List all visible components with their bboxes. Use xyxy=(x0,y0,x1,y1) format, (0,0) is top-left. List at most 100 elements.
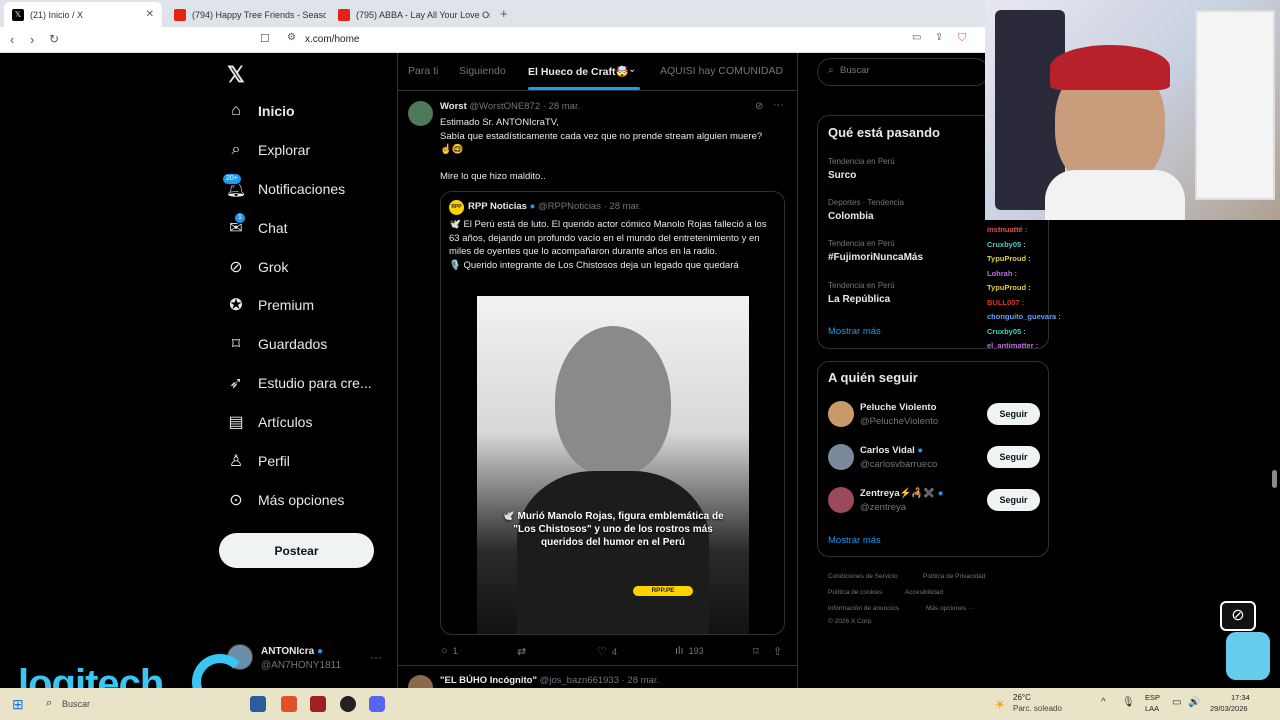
footer-link[interactable]: Información de anuncios xyxy=(828,605,899,612)
forward-icon[interactable]: › xyxy=(30,32,34,47)
site-info-icon[interactable]: ⚙ xyxy=(287,32,296,43)
x-logo-icon[interactable]: 𝕏 xyxy=(227,62,245,88)
browser-tab-youtube-1[interactable]: (794) Happy Tree Friends - Season 1 xyxy=(166,2,326,27)
image-tag: RPP.PE xyxy=(633,586,693,596)
tweet-avatar[interactable] xyxy=(408,101,433,126)
quoted-tweet[interactable]: RPP RPP Noticias ● @RPPNoticias · 28 mar… xyxy=(440,191,785,635)
reload-icon[interactable]: ↻ xyxy=(49,32,59,46)
tweet-author[interactable]: Worst xyxy=(440,101,467,112)
follow-suggestion[interactable]: Zentreya⚡🦂✖️ ● @zentreya Seguir xyxy=(828,487,1040,517)
webcam-overlay xyxy=(985,0,1280,220)
discord-icon[interactable] xyxy=(369,696,385,712)
obs-icon[interactable] xyxy=(340,696,356,712)
follow-suggestion[interactable]: Peluche Violento @PelucheViolento Seguir xyxy=(828,401,1040,431)
quote-handle: @RPPNoticias xyxy=(538,201,601,212)
trend-item[interactable]: Deportes · Tendencia Colombia xyxy=(828,198,904,222)
trend-item[interactable]: Tendencia en Perú La República xyxy=(828,281,895,305)
follow-button[interactable]: Seguir xyxy=(987,489,1040,511)
tweet-handle[interactable]: @WorstONE872 xyxy=(469,101,540,112)
sidebar-item-perfil[interactable]: ♙ Perfil xyxy=(226,446,290,476)
follow-button[interactable]: Seguir xyxy=(987,446,1040,468)
reply-button[interactable]: ○ 1 xyxy=(441,645,458,657)
show-more-trends-link[interactable]: Mostrar más xyxy=(828,326,881,337)
clock-time[interactable]: 17:34 xyxy=(1231,693,1250,702)
chevron-up-icon[interactable]: ^ xyxy=(1101,697,1106,708)
new-tab-icon[interactable]: + xyxy=(500,6,508,21)
footer-link[interactable]: Condiciones de Servicio xyxy=(828,573,898,580)
more-circle-icon: ⊙ xyxy=(229,492,243,509)
chevron-down-icon[interactable]: ⌄ xyxy=(628,64,636,75)
tab-siguiendo[interactable]: Siguiendo xyxy=(459,65,506,77)
follow-handle: @zentreya xyxy=(860,502,907,513)
url-input[interactable]: x.com/home xyxy=(305,34,359,45)
like-button[interactable]: ♡ 4 xyxy=(597,645,617,658)
tweet-date[interactable]: · 28 mar. xyxy=(622,675,660,686)
share-button[interactable]: ⇧ xyxy=(773,645,787,658)
search-input[interactable] xyxy=(840,65,980,76)
scrollbar-thumb[interactable] xyxy=(1272,470,1277,488)
sidebar-item-inicio[interactable]: ⌂ Inicio xyxy=(226,96,294,126)
cast-icon[interactable]: ▭ xyxy=(912,32,921,43)
follow-button[interactable]: Seguir xyxy=(987,403,1040,425)
views-button[interactable]: ılı 193 xyxy=(675,645,704,657)
tweet-line: ☝🤓 xyxy=(440,144,464,155)
tweet-handle[interactable]: @jos_bazn661933 xyxy=(540,675,619,686)
footer-link[interactable]: Política de Privacidad xyxy=(923,573,986,580)
sidebar-item-grok[interactable]: ⊘ Grok xyxy=(226,252,288,282)
app-icon[interactable] xyxy=(250,696,266,712)
footer-link[interactable]: Política de cookies xyxy=(828,589,882,596)
sidebar-item-notificaciones[interactable]: 🔔︎ 20+ Notificaciones xyxy=(222,173,345,204)
search-box[interactable]: ⌕ xyxy=(817,58,989,86)
footer-link[interactable]: Accesibilidad xyxy=(905,589,943,596)
brave-icon[interactable] xyxy=(281,696,297,712)
sidebar-item-label: Estudio para cre... xyxy=(258,375,372,391)
rocket-icon: ➶ xyxy=(229,375,243,392)
tweet-date[interactable]: · 28 mar. xyxy=(543,101,581,112)
footer-link[interactable]: Más opciones ··· xyxy=(926,605,974,612)
sidebar-item-chat[interactable]: ✉ 1 Chat xyxy=(226,212,288,243)
brave-shield-icon[interactable]: ⛉ xyxy=(958,32,966,45)
share-icon[interactable]: ⇪ xyxy=(935,32,943,43)
volume-icon[interactable]: 🔊 xyxy=(1188,697,1200,708)
sidebar-item-más-opciones[interactable]: ⊙ Más opciones xyxy=(226,485,344,515)
tab-para-ti[interactable]: Para ti xyxy=(408,65,438,77)
repost-button[interactable]: ⇄ xyxy=(517,645,531,658)
language[interactable]: ESP xyxy=(1145,693,1160,702)
trend-item[interactable]: Tendencia en Perú #FujimoriNuncaMás xyxy=(828,239,923,263)
sidebar-item-guardados[interactable]: ⌑ Guardados xyxy=(226,329,327,359)
notification-badge: 20+ xyxy=(222,173,242,185)
taskbar-search[interactable]: Buscar xyxy=(62,699,90,709)
tab-aquisi[interactable]: AQUISI hay COMUNIDAD xyxy=(660,65,783,77)
browser-tab-x[interactable]: 𝕏 (21) Inicio / X ✕ xyxy=(4,2,162,27)
browser-tab-youtube-2[interactable]: (795) ABBA - Lay All Your Love On M xyxy=(330,2,490,27)
close-icon[interactable]: ✕ xyxy=(146,9,154,20)
bookmark-page-icon[interactable]: ☐ xyxy=(260,32,270,45)
grok-icon[interactable]: ⊘ xyxy=(755,101,763,112)
tweet-author[interactable]: "EL BÚHO Incógnito" xyxy=(440,675,537,686)
back-icon[interactable]: ‹ xyxy=(10,32,14,47)
network-icon[interactable]: ▭ xyxy=(1172,697,1181,708)
more-icon[interactable]: ··· xyxy=(773,99,784,111)
sidebar-item-premium[interactable]: ✪ Premium xyxy=(226,290,314,320)
trend-item[interactable]: Tendencia en Perú Surco xyxy=(828,157,895,181)
sidebar-item-artículos[interactable]: ▤ Artículos xyxy=(226,407,312,437)
quote-image[interactable]: 🕊️ Murió Manolo Rojas, figura emblemátic… xyxy=(477,296,749,634)
bookmark-button[interactable]: ⌑ xyxy=(753,645,764,658)
more-icon[interactable]: ··· xyxy=(370,650,382,664)
trends-title: Qué está pasando xyxy=(828,125,940,140)
microphone-icon[interactable]: 🎙 xyxy=(1122,697,1135,708)
app-icon[interactable] xyxy=(310,696,326,712)
clock-date[interactable]: 29/03/2026 xyxy=(1210,704,1248,713)
chat-message: Cruxby05 : xyxy=(987,326,1026,336)
account-handle: @AN7HONY1811 xyxy=(261,660,341,671)
show-more-follow-link[interactable]: Mostrar más xyxy=(828,535,881,546)
windows-start-icon[interactable]: ⊞ xyxy=(12,696,24,713)
tab-el-hueco[interactable]: El Hueco de Craft🤯 xyxy=(528,65,629,78)
grok-float-icon[interactable]: ⊘ xyxy=(1220,601,1256,631)
follow-suggestion[interactable]: Carlos Vidal ● @carlosvbarrueco Seguir xyxy=(828,444,1040,474)
sidebar-item-explorar[interactable]: ⌕ Explorar xyxy=(226,135,311,165)
sidebar-item-estudio-para-cre[interactable]: ➶ Estudio para cre... xyxy=(226,368,372,398)
divider xyxy=(398,665,797,666)
post-button[interactable]: Postear xyxy=(219,533,374,568)
language-layout[interactable]: LAA xyxy=(1145,704,1159,713)
